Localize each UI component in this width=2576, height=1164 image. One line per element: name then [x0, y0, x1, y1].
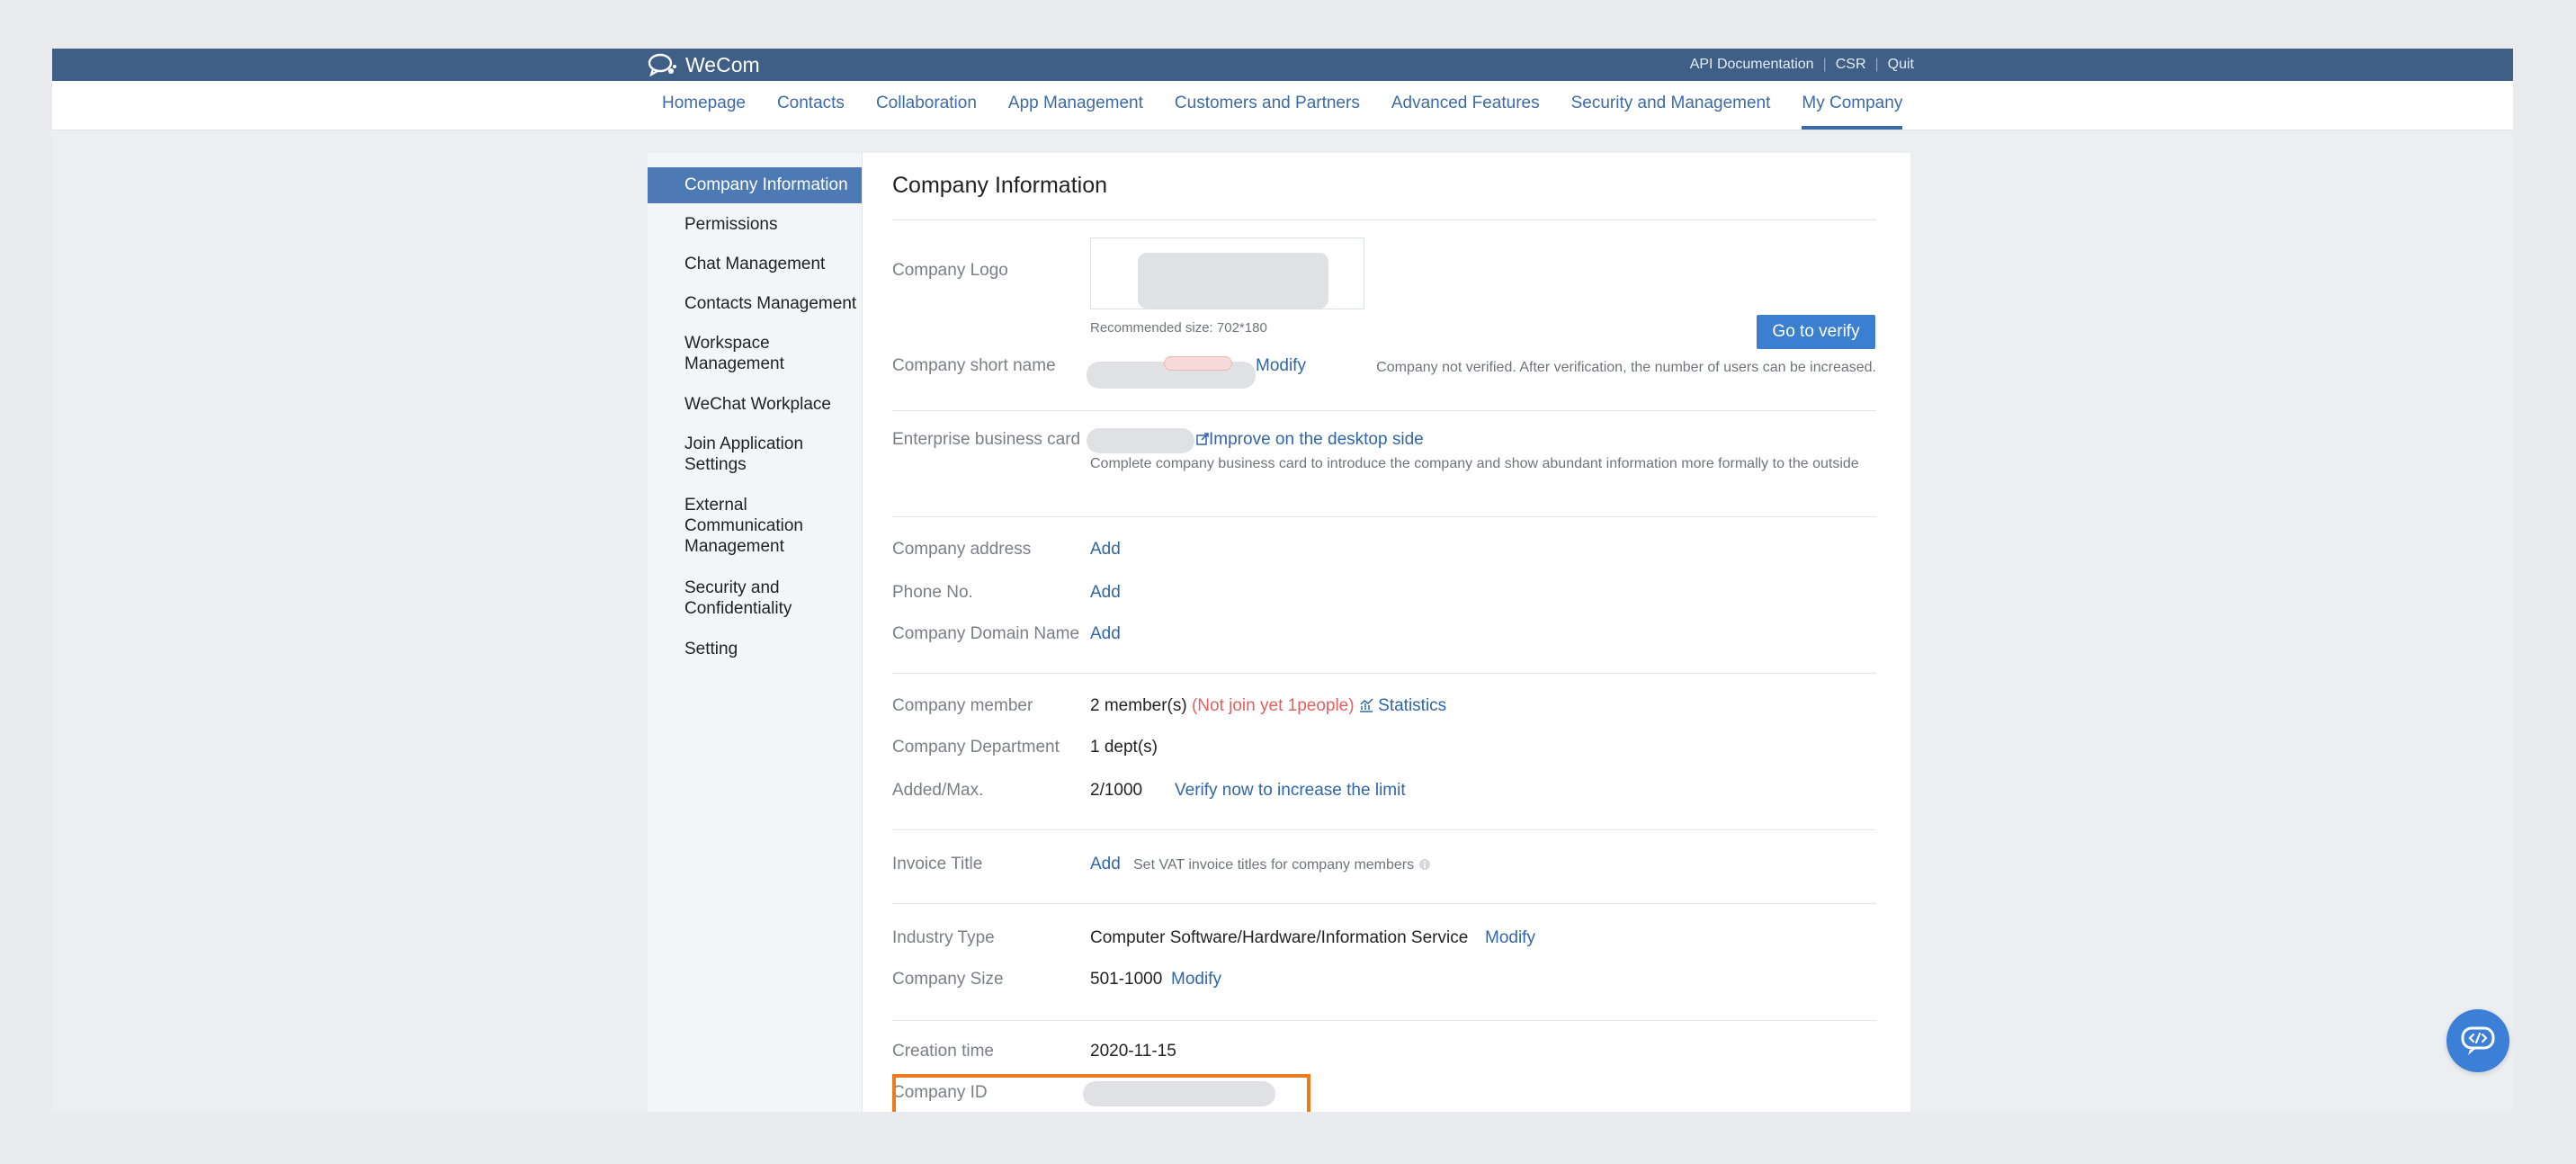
wecom-logo-icon: [648, 53, 676, 76]
developer-assistant-button[interactable]: [2446, 1009, 2509, 1072]
creation-time-label: Creation time: [892, 1042, 994, 1061]
company-department-label: Company Department: [892, 738, 1060, 757]
short-name-badge: [1164, 356, 1232, 371]
domain-label: Company Domain Name: [892, 624, 1080, 643]
sidebar-item-wechat-workplace[interactable]: WeChat Workplace: [648, 394, 862, 415]
divider: |: [1874, 57, 1879, 72]
top-links: API Documentation | CSR | Quit: [1690, 49, 1914, 81]
company-member-row: 2 member(s) (Not join yet 1people) Stati…: [1090, 696, 1446, 716]
nav-my-company[interactable]: My Company: [1802, 81, 1903, 130]
statistics-link[interactable]: Statistics: [1359, 696, 1446, 715]
page-title: Company Information: [892, 173, 1108, 198]
quit-link[interactable]: Quit: [1888, 57, 1914, 73]
creation-time-value: 2020-11-15: [1090, 1042, 1176, 1061]
business-card-label: Enterprise business card: [892, 430, 1081, 449]
size-modify-link[interactable]: Modify: [1171, 970, 1221, 989]
app-name: WeCom: [685, 52, 760, 76]
nav-homepage[interactable]: Homepage: [662, 81, 746, 130]
external-link-icon: [1196, 433, 1209, 445]
nav-app-management[interactable]: App Management: [1008, 81, 1143, 130]
company-member-label: Company member: [892, 696, 1033, 715]
company-logo-label: Company Logo: [892, 261, 1008, 280]
top-bar: WeCom API Documentation | CSR | Quit: [52, 49, 2513, 81]
divider: [892, 673, 1876, 674]
sidebar-item-join-application-settings[interactable]: Join Application Settings: [648, 434, 827, 475]
sidebar-item-workspace-management[interactable]: Workspace Management: [648, 333, 827, 374]
sidebar: Company Information Permissions Chat Man…: [648, 153, 863, 1112]
sidebar-item-external-communication-management[interactable]: External Communication Management: [648, 495, 827, 557]
phone-label: Phone No.: [892, 583, 973, 602]
sidebar-item-company-information[interactable]: Company Information: [648, 167, 862, 203]
go-to-verify-button[interactable]: Go to verify: [1757, 315, 1875, 349]
verify-note: Company not verified. After verification…: [1376, 360, 1876, 375]
sidebar-item-setting[interactable]: Setting: [648, 639, 862, 659]
business-card-desc: Complete company business card to introd…: [1090, 456, 1859, 471]
divider: [892, 516, 1876, 517]
nav-collaboration[interactable]: Collaboration: [876, 81, 977, 130]
company-logo-box[interactable]: [1090, 237, 1364, 309]
invoice-hint-text: Set VAT invoice titles for company membe…: [1133, 857, 1415, 873]
industry-type-value: Computer Software/Hardware/Information S…: [1090, 928, 1469, 947]
add-invoice-link[interactable]: Add: [1090, 855, 1121, 874]
industry-type-label: Industry Type: [892, 928, 995, 947]
improve-desktop-text: Improve on the desktop side: [1209, 430, 1424, 449]
not-joined-count: (Not join yet 1people): [1191, 696, 1355, 715]
industry-modify-link[interactable]: Modify: [1485, 928, 1535, 948]
invoice-title-label: Invoice Title: [892, 855, 983, 873]
add-address-link[interactable]: Add: [1090, 540, 1121, 560]
sidebar-item-chat-management[interactable]: Chat Management: [648, 254, 862, 274]
divider: [892, 903, 1876, 904]
sidebar-item-permissions[interactable]: Permissions: [648, 214, 862, 235]
info-icon[interactable]: [1418, 858, 1431, 871]
verify-increase-limit-link[interactable]: Verify now to increase the limit: [1175, 781, 1406, 801]
company-address-label: Company address: [892, 540, 1032, 559]
main-nav: Homepage Contacts Collaboration App Mana…: [52, 81, 2513, 130]
statistics-text: Statistics: [1378, 696, 1447, 715]
improve-desktop-link[interactable]: Improve on the desktop side: [1196, 430, 1424, 450]
divider: [892, 1020, 1876, 1021]
divider: |: [1822, 57, 1827, 72]
short-name-modify-link[interactable]: Modify: [1256, 356, 1306, 376]
app-window: WeCom API Documentation | CSR | Quit Hom…: [52, 49, 2513, 1112]
company-id-highlight: [892, 1074, 1310, 1112]
code-chat-icon: [2461, 1026, 2495, 1055]
invoice-hint: Set VAT invoice titles for company membe…: [1133, 857, 1431, 873]
add-phone-link[interactable]: Add: [1090, 583, 1121, 603]
company-info-card: Company Information Permissions Chat Man…: [648, 153, 1910, 1112]
statistics-icon: [1359, 698, 1373, 712]
api-documentation-link[interactable]: API Documentation: [1690, 57, 1814, 73]
logo-size-hint: Recommended size: 702*180: [1090, 320, 1267, 336]
company-size-label: Company Size: [892, 970, 1004, 989]
add-domain-link[interactable]: Add: [1090, 624, 1121, 644]
divider: [892, 219, 1876, 220]
divider: [892, 410, 1876, 411]
divider: [892, 829, 1876, 830]
company-logo-image: [1138, 253, 1328, 309]
nav-contacts[interactable]: Contacts: [777, 81, 845, 130]
business-card-value: [1087, 428, 1194, 453]
wecom-logo[interactable]: WeCom: [648, 52, 760, 77]
company-size-value: 501-1000: [1090, 970, 1163, 989]
department-count: 1 dept(s): [1090, 738, 1158, 757]
nav-customers-and-partners[interactable]: Customers and Partners: [1175, 81, 1360, 130]
added-max-label: Added/Max.: [892, 781, 984, 800]
nav-security-and-management[interactable]: Security and Management: [1571, 81, 1771, 130]
member-count: 2 member(s): [1090, 696, 1187, 715]
added-max-value: 2/1000: [1090, 781, 1143, 800]
csr-link[interactable]: CSR: [1836, 57, 1866, 73]
nav-advanced-features[interactable]: Advanced Features: [1391, 81, 1540, 130]
sidebar-item-security-and-confidentiality[interactable]: Security and Confidentiality: [648, 578, 827, 619]
short-name-label: Company short name: [892, 356, 1056, 375]
sidebar-item-contacts-management[interactable]: Contacts Management: [648, 293, 862, 314]
